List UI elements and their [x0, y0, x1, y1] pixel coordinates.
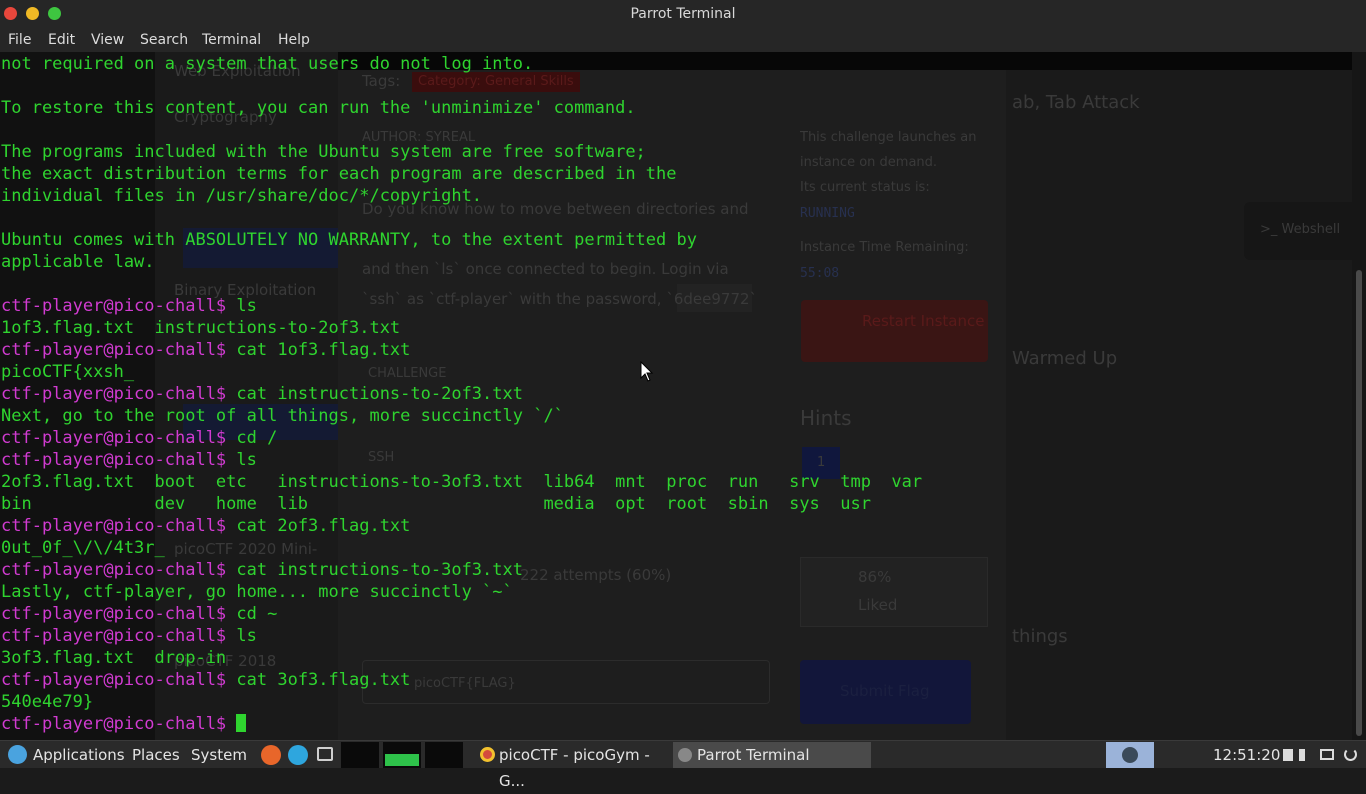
command-text: ls — [226, 296, 257, 316]
terminal-command-line: ctf-player@pico-chall$ cat instructions-… — [1, 383, 1351, 405]
shell-prompt: ctf-player@pico-chall$ — [1, 516, 227, 536]
terminal-output-line: Next, go to the root of all things, more… — [1, 406, 564, 426]
terminal-command-line: ctf-player@pico-chall$ ls — [1, 449, 1351, 471]
firefox-icon[interactable] — [261, 745, 281, 765]
shell-prompt: ctf-player@pico-chall$ — [1, 450, 227, 470]
task-terminal-label: Parrot Terminal — [697, 746, 810, 764]
shell-prompt: ctf-player@pico-chall$ — [1, 626, 227, 646]
terminal-output-line: The programs included with the Ubuntu sy… — [1, 142, 646, 162]
places-menu[interactable]: Places — [132, 741, 180, 769]
shell-prompt: ctf-player@pico-chall$ — [1, 560, 227, 580]
workspace-2[interactable] — [383, 742, 421, 768]
chrome-icon — [480, 747, 495, 762]
command-text: cd / — [226, 428, 278, 448]
terminal-launcher-icon[interactable] — [317, 747, 333, 761]
terminal-command-line: ctf-player@pico-chall$ cat 3of3.flag.txt — [1, 669, 1351, 691]
menu-file[interactable]: File — [8, 28, 31, 52]
command-text: cat 1of3.flag.txt — [226, 340, 411, 360]
tray-active-app[interactable] — [1106, 742, 1154, 768]
terminal-output-line: not required on a system that users do n… — [1, 54, 534, 74]
terminal-output-line: applicable law. — [1, 252, 155, 272]
terminal-output: not required on a system that users do n… — [1, 53, 1351, 735]
menu-bar: File Edit View Search Terminal Help — [0, 28, 1366, 52]
command-text: cat 2of3.flag.txt — [226, 516, 411, 536]
terminal-output-line: picoCTF{xxsh_ — [1, 362, 135, 382]
terminal-output-line: 3of3.flag.txt drop-in — [1, 648, 227, 668]
menu-edit[interactable]: Edit — [48, 28, 75, 52]
terminal-command-line: ctf-player@pico-chall$ ls — [1, 295, 1351, 317]
applications-label: Applications — [33, 746, 125, 764]
terminal-command-line: ctf-player@pico-chall$ ls — [1, 625, 1351, 647]
shell-prompt: ctf-player@pico-chall$ — [1, 296, 227, 316]
shell-prompt: ctf-player@pico-chall$ — [1, 384, 227, 404]
terminal-command-line: ctf-player@pico-chall$ cat 1of3.flag.txt — [1, 339, 1351, 361]
command-text: cat instructions-to-3of3.txt — [226, 560, 523, 580]
terminal-output-line: 540e4e79} — [1, 692, 94, 712]
terminal-output-line: bin dev home lib media opt root sbin sys… — [1, 494, 871, 514]
terminal-tray-icon — [1122, 747, 1138, 763]
power-icon[interactable] — [1344, 748, 1357, 761]
volume-icon[interactable] — [1299, 749, 1313, 761]
workspace-3[interactable] — [425, 742, 463, 768]
screen-icon[interactable] — [1320, 749, 1334, 760]
parrot-logo-icon — [8, 745, 27, 764]
terminal-output-line: Lastly, ctf-player, go home... more succ… — [1, 582, 513, 602]
task-chrome-label: picoCTF - picoGym - G... — [499, 746, 650, 790]
terminal-output-line: To restore this content, you can run the… — [1, 98, 636, 118]
menu-view[interactable]: View — [91, 28, 124, 52]
terminal-command-line: ctf-player@pico-chall$ cd ~ — [1, 603, 1351, 625]
terminal-command-line: ctf-player@pico-chall$ — [1, 713, 1351, 735]
terminal-output-line: 2of3.flag.txt boot etc instructions-to-3… — [1, 472, 923, 492]
terminal-output-line: the exact distribution terms for each pr… — [1, 164, 677, 184]
system-menu[interactable]: System — [191, 741, 247, 769]
terminal-task-icon — [678, 748, 692, 762]
terminal-command-line: ctf-player@pico-chall$ cat instructions-… — [1, 559, 1351, 581]
terminal-output-line: Ubuntu comes with ABSOLUTELY NO WARRANTY… — [1, 230, 697, 250]
terminal-cursor — [236, 714, 247, 732]
title-bar: Parrot Terminal — [0, 0, 1366, 28]
telegram-icon[interactable] — [288, 745, 308, 765]
taskbar: Applications Places System picoCTF - pic… — [0, 740, 1366, 790]
shell-prompt: ctf-player@pico-chall$ — [1, 670, 227, 690]
terminal-view[interactable]: Web Exploitation Cryptography Binary Exp… — [0, 52, 1366, 740]
applications-menu[interactable]: Applications — [8, 741, 125, 769]
menu-help[interactable]: Help — [278, 28, 310, 52]
shell-prompt: ctf-player@pico-chall$ — [1, 604, 227, 624]
command-text: cat 3of3.flag.txt — [226, 670, 411, 690]
clock[interactable]: 12:51:20 — [1213, 741, 1280, 769]
command-text: cd ~ — [226, 604, 278, 624]
task-chrome[interactable]: picoCTF - picoGym - G... — [475, 742, 670, 790]
shell-prompt: ctf-player@pico-chall$ — [1, 428, 227, 448]
terminal-command-line: ctf-player@pico-chall$ cat 2of3.flag.txt — [1, 515, 1351, 537]
command-text: cat instructions-to-2of3.txt — [226, 384, 523, 404]
scrollbar-thumb[interactable] — [1356, 270, 1362, 736]
task-parrot-terminal[interactable]: Parrot Terminal — [673, 742, 871, 768]
window-title: Parrot Terminal — [630, 6, 736, 22]
command-text: ls — [226, 450, 257, 470]
command-text — [226, 714, 236, 734]
menu-search[interactable]: Search — [140, 28, 188, 52]
terminal-output-line: 0ut_0f_\/\/4t3r_ — [1, 538, 165, 558]
workspace-1[interactable] — [341, 742, 379, 768]
terminal-scrollbar[interactable] — [1352, 52, 1366, 740]
menu-terminal[interactable]: Terminal — [202, 28, 261, 52]
terminal-output-line: 1of3.flag.txt instructions-to-2of3.txt — [1, 318, 401, 338]
network-icon[interactable] — [1283, 749, 1293, 761]
shell-prompt: ctf-player@pico-chall$ — [1, 340, 227, 360]
terminal-command-line: ctf-player@pico-chall$ cd / — [1, 427, 1351, 449]
command-text: ls — [226, 626, 257, 646]
terminal-output-line: individual files in /usr/share/doc/*/cop… — [1, 186, 483, 206]
shell-prompt: ctf-player@pico-chall$ — [1, 714, 227, 734]
